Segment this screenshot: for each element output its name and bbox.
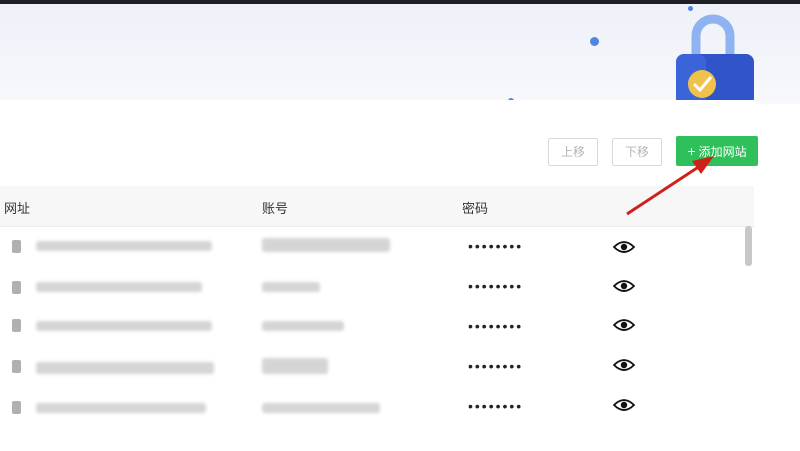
table-row: •••••••• [0, 226, 745, 266]
account-value [262, 282, 320, 292]
table-row: •••••••• [0, 266, 745, 306]
eye-icon[interactable] [613, 318, 635, 332]
account-value [262, 358, 328, 374]
add-site-button[interactable]: + 添加网站 [676, 136, 758, 166]
plus-icon: + [687, 143, 696, 159]
eye-icon[interactable] [613, 358, 635, 372]
url-value [36, 321, 212, 331]
column-header-account: 账号 [262, 201, 289, 216]
add-site-label: 添加网站 [698, 145, 747, 159]
column-header-url: 网址 [4, 201, 31, 216]
decor-dot [590, 37, 599, 46]
table-row: •••••••• [0, 346, 745, 386]
password-value: •••••••• [468, 278, 524, 294]
url-value [36, 241, 212, 251]
url-value [36, 362, 214, 374]
password-value: •••••••• [468, 398, 524, 414]
account-value [262, 403, 380, 413]
table-scrollbar[interactable] [745, 226, 752, 266]
password-value: •••••••• [468, 318, 524, 334]
column-header-password: 密码 [462, 201, 489, 216]
url-value [36, 403, 206, 413]
row-checkbox[interactable] [12, 319, 21, 332]
table-row: •••••••• [0, 306, 745, 346]
move-down-button[interactable]: 下移 [612, 138, 662, 166]
row-checkbox[interactable] [12, 281, 21, 294]
password-value: •••••••• [468, 358, 524, 374]
eye-icon[interactable] [613, 240, 635, 254]
account-value [262, 238, 390, 252]
table-header: 网址 账号 密码 [0, 186, 754, 227]
table-row: •••••••• [0, 386, 745, 426]
eye-icon[interactable] [613, 398, 635, 412]
lock-illustration-icon [676, 14, 754, 106]
row-checkbox[interactable] [12, 401, 21, 414]
account-value [262, 321, 344, 331]
url-value [36, 282, 202, 292]
eye-icon[interactable] [613, 279, 635, 293]
row-checkbox[interactable] [12, 240, 21, 253]
password-value: •••••••• [468, 238, 524, 254]
move-up-button[interactable]: 上移 [548, 138, 598, 166]
row-checkbox[interactable] [12, 360, 21, 373]
